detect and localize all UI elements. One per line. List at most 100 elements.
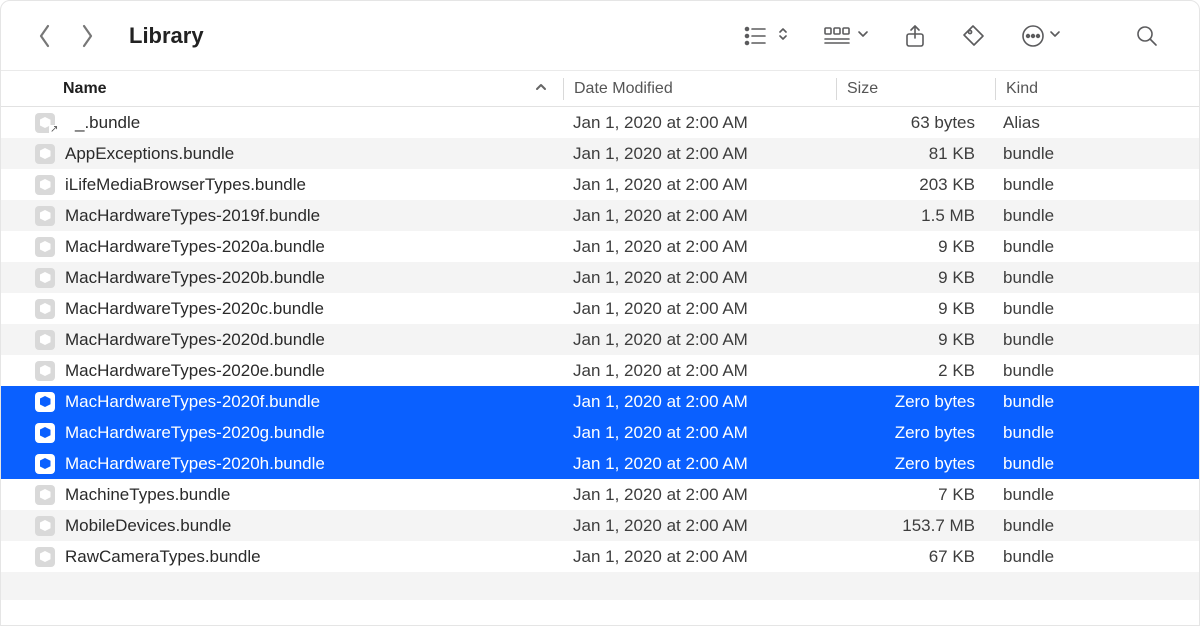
file-date: Jan 1, 2020 at 2:00 AM	[563, 547, 835, 567]
toolbar: Library	[1, 1, 1199, 71]
file-kind: bundle	[993, 423, 1199, 443]
bundle-icon	[35, 547, 55, 567]
file-row[interactable]: MacHardwareTypes-2019f.bundle Jan 1, 2020…	[1, 200, 1199, 231]
column-header-date[interactable]: Date Modified	[564, 71, 836, 106]
bundle-icon	[35, 175, 55, 195]
file-name-cell: MacHardwareTypes-2020d.bundle	[1, 330, 563, 350]
bundle-icon	[35, 268, 55, 288]
column-header-name-label: Name	[63, 80, 107, 98]
file-name-cell: MacHardwareTypes-2019f.bundle	[1, 206, 563, 226]
column-header-kind[interactable]: Kind	[996, 71, 1199, 106]
file-kind: bundle	[993, 454, 1199, 474]
file-kind: bundle	[993, 144, 1199, 164]
file-size: 1.5 MB	[835, 206, 993, 226]
file-kind: bundle	[993, 330, 1199, 350]
nav-back-button[interactable]	[31, 16, 59, 56]
file-kind: bundle	[993, 516, 1199, 536]
file-name: MobileDevices.bundle	[65, 516, 231, 536]
window-title: Library	[129, 23, 204, 49]
more-actions-button[interactable]	[1011, 16, 1071, 56]
file-row[interactable]: MacHardwareTypes-2020h.bundle Jan 1, 2020…	[1, 448, 1199, 479]
file-name-cell: MobileDevices.bundle	[1, 516, 563, 536]
file-size: Zero bytes	[835, 423, 993, 443]
file-date: Jan 1, 2020 at 2:00 AM	[563, 516, 835, 536]
file-kind: bundle	[993, 547, 1199, 567]
nav-forward-button[interactable]	[73, 16, 101, 56]
file-name-cell: AppExceptions.bundle	[1, 144, 563, 164]
file-row[interactable]: AppExceptions.bundle Jan 1, 2020 at 2:00 …	[1, 138, 1199, 169]
file-name: MachineTypes.bundle	[65, 485, 230, 505]
file-size: 7 KB	[835, 485, 993, 505]
sort-ascending-icon	[535, 80, 547, 98]
file-size: 2 KB	[835, 361, 993, 381]
file-row[interactable]: MacHardwareTypes-2020e.bundleJan 1, 2020…	[1, 355, 1199, 386]
finder-window: Library	[0, 0, 1200, 626]
file-row[interactable]: RawCameraTypes.bundle Jan 1, 2020 at 2:00…	[1, 541, 1199, 572]
file-date: Jan 1, 2020 at 2:00 AM	[563, 485, 835, 505]
bundle-icon	[35, 454, 55, 474]
file-row[interactable]: MacHardwareTypes-2020f.bundleJan 1, 2020…	[1, 386, 1199, 417]
file-date: Jan 1, 2020 at 2:00 AM	[563, 206, 835, 226]
share-button[interactable]	[893, 16, 937, 56]
file-kind: bundle	[993, 299, 1199, 319]
file-name-cell: MacHardwareTypes-2020c.bundle	[1, 299, 563, 319]
file-row[interactable]: iLifeMediaBrowserTypes.bundleJan 1, 2020…	[1, 169, 1199, 200]
file-date: Jan 1, 2020 at 2:00 AM	[563, 144, 835, 164]
file-row[interactable]: MobileDevices.bundle Jan 1, 2020 at 2:00 …	[1, 510, 1199, 541]
file-size: Zero bytes	[835, 454, 993, 474]
search-button[interactable]	[1125, 16, 1169, 56]
bundle-icon	[35, 299, 55, 319]
file-name: AppExceptions.bundle	[65, 144, 234, 164]
file-size: 153.7 MB	[835, 516, 993, 536]
file-name-cell: _.bundle	[1, 113, 563, 133]
file-date: Jan 1, 2020 at 2:00 AM	[563, 299, 835, 319]
file-row[interactable]: MacHardwareTypes-2020d.bundleJan 1, 2020…	[1, 324, 1199, 355]
bundle-icon	[35, 237, 55, 257]
bundle-icon	[35, 144, 55, 164]
file-name: RawCameraTypes.bundle	[65, 547, 261, 567]
file-kind: bundle	[993, 206, 1199, 226]
bundle-icon	[35, 485, 55, 505]
file-name: MacHardwareTypes-2019f.bundle	[65, 206, 320, 226]
file-size: 203 KB	[835, 175, 993, 195]
column-header-name[interactable]: Name	[1, 71, 563, 106]
bundle-icon	[35, 330, 55, 350]
file-date: Jan 1, 2020 at 2:00 AM	[563, 113, 835, 133]
file-name-cell: MacHardwareTypes-2020a.bundle	[1, 237, 563, 257]
bundle-icon	[35, 392, 55, 412]
chevron-down-icon	[1049, 27, 1061, 45]
file-name: MacHardwareTypes-2020g.bundle	[65, 423, 325, 443]
file-kind: bundle	[993, 485, 1199, 505]
column-header-size-label: Size	[847, 80, 878, 98]
file-date: Jan 1, 2020 at 2:00 AM	[563, 454, 835, 474]
file-date: Jan 1, 2020 at 2:00 AM	[563, 268, 835, 288]
column-header-size[interactable]: Size	[837, 71, 995, 106]
file-name-cell: iLifeMediaBrowserTypes.bundle	[1, 175, 563, 195]
tags-button[interactable]	[951, 16, 997, 56]
file-row[interactable]: MacHardwareTypes-2020a.bundle Jan 1, 2020…	[1, 231, 1199, 262]
file-date: Jan 1, 2020 at 2:00 AM	[563, 361, 835, 381]
file-row[interactable]: _.bundleJan 1, 2020 at 2:00 AM63 bytesAl…	[1, 107, 1199, 138]
file-row[interactable]: MacHardwareTypes-2020c.bundleJan 1, 2020…	[1, 293, 1199, 324]
file-list: _.bundleJan 1, 2020 at 2:00 AM63 bytesAl…	[1, 107, 1199, 572]
view-updown-icon	[777, 27, 789, 45]
file-row[interactable]: MachineTypes.bundle Jan 1, 2020 at 2:00 A…	[1, 479, 1199, 510]
file-kind: bundle	[993, 361, 1199, 381]
file-size: 81 KB	[835, 144, 993, 164]
file-name: MacHardwareTypes-2020h.bundle	[65, 454, 325, 474]
column-header-date-label: Date Modified	[574, 80, 673, 98]
file-kind: bundle	[993, 175, 1199, 195]
file-date: Jan 1, 2020 at 2:00 AM	[563, 237, 835, 257]
file-kind: bundle	[993, 392, 1199, 412]
file-size: 9 KB	[835, 237, 993, 257]
file-date: Jan 1, 2020 at 2:00 AM	[563, 423, 835, 443]
file-size: 9 KB	[835, 268, 993, 288]
file-row[interactable]: MacHardwareTypes-2020b.bundleJan 1, 2020…	[1, 262, 1199, 293]
file-name: iLifeMediaBrowserTypes.bundle	[65, 175, 306, 195]
file-row[interactable]: MacHardwareTypes-2020g.bundle Jan 1, 2020…	[1, 417, 1199, 448]
file-size: 67 KB	[835, 547, 993, 567]
file-size: Zero bytes	[835, 392, 993, 412]
view-list-button[interactable]	[733, 16, 799, 56]
file-name: MacHardwareTypes-2020a.bundle	[65, 237, 325, 257]
group-by-button[interactable]	[813, 16, 879, 56]
